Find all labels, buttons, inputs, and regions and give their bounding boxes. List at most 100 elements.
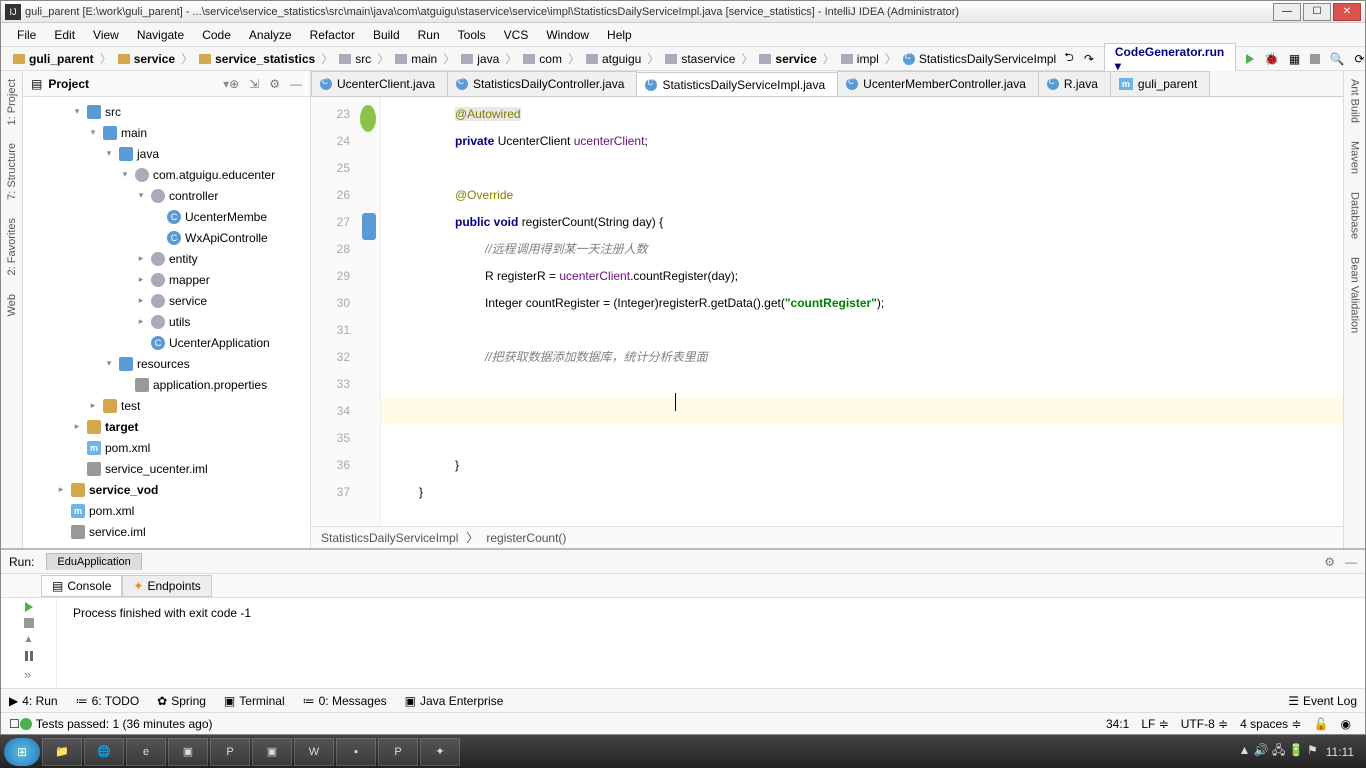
tool-tab-favorites[interactable]: 2: Favorites bbox=[4, 214, 20, 279]
breadcrumb-item[interactable]: com bbox=[519, 52, 566, 66]
task-ie[interactable]: e bbox=[126, 738, 166, 766]
hide-icon[interactable]: — bbox=[290, 77, 302, 91]
tree-item[interactable]: ▾java bbox=[23, 143, 310, 164]
code-line[interactable]: @Autowired bbox=[381, 101, 1343, 128]
menu-build[interactable]: Build bbox=[365, 26, 408, 44]
menu-window[interactable]: Window bbox=[538, 26, 597, 44]
menu-view[interactable]: View bbox=[85, 26, 127, 44]
code-line[interactable] bbox=[381, 398, 1343, 425]
clock[interactable]: 11:11 bbox=[1326, 745, 1354, 759]
run-config-tab[interactable]: EduApplication bbox=[46, 553, 141, 570]
task-app1[interactable]: ▣ bbox=[168, 738, 208, 766]
tray-icons[interactable]: ▲ 🔊 🖧 🔋 ⚑ bbox=[1239, 741, 1318, 762]
run-icon[interactable] bbox=[1246, 54, 1254, 64]
breadcrumb-item[interactable]: StatisticsDailyServiceImpl bbox=[899, 52, 1060, 66]
breadcrumb-item[interactable]: service_statistics bbox=[195, 52, 319, 66]
status-lock-icon[interactable]: ☐ bbox=[9, 717, 20, 731]
tree-item[interactable]: ▸service_vod bbox=[23, 479, 310, 500]
menu-refactor[interactable]: Refactor bbox=[302, 26, 363, 44]
editor-tab[interactable]: R.java bbox=[1038, 71, 1111, 96]
line-separator[interactable]: LF ≑ bbox=[1135, 717, 1174, 731]
maximize-button[interactable]: ☐ bbox=[1303, 3, 1331, 21]
rerun-icon[interactable] bbox=[25, 602, 33, 612]
editor-tab[interactable]: StatisticsDailyController.java bbox=[447, 71, 637, 96]
breadcrumb-item[interactable]: staservice bbox=[661, 52, 739, 66]
inspection-icon[interactable]: ◉ bbox=[1335, 717, 1357, 731]
tool-spring[interactable]: ✿ Spring bbox=[157, 694, 206, 708]
event-log[interactable]: ☰ Event Log bbox=[1288, 694, 1357, 708]
more-icon[interactable]: » bbox=[24, 667, 33, 682]
code-line[interactable]: Integer countRegister = (Integer)registe… bbox=[381, 290, 1343, 317]
code-line[interactable]: R registerR = ucenterClient.countRegiste… bbox=[381, 263, 1343, 290]
tool-tab-bean[interactable]: Bean Validation bbox=[1347, 253, 1363, 337]
stop-run-icon[interactable] bbox=[24, 618, 34, 628]
task-cmd[interactable]: ▪ bbox=[336, 738, 376, 766]
tool-terminal[interactable]: ▣ Terminal bbox=[224, 694, 285, 708]
minimize-button[interactable]: — bbox=[1273, 3, 1301, 21]
menu-navigate[interactable]: Navigate bbox=[129, 26, 192, 44]
tree-item[interactable]: CWxApiControlle bbox=[23, 227, 310, 248]
breadcrumb-item[interactable]: atguigu bbox=[582, 52, 645, 66]
tool-tab-database[interactable]: Database bbox=[1347, 188, 1363, 243]
close-button[interactable]: ✕ bbox=[1333, 3, 1361, 21]
breadcrumb-item[interactable]: guli_parent bbox=[9, 52, 98, 66]
pause-icon[interactable] bbox=[25, 651, 33, 661]
breadcrumb-item[interactable]: impl bbox=[837, 52, 883, 66]
task-app2[interactable]: P bbox=[210, 738, 250, 766]
code-line[interactable]: //把获取数据添加数据库，统计分析表里面 bbox=[381, 344, 1343, 371]
breadcrumb-item[interactable]: main bbox=[391, 52, 441, 66]
tree-item[interactable]: ▾com.atguigu.educenter bbox=[23, 164, 310, 185]
settings-icon[interactable]: ⚙ bbox=[269, 77, 280, 91]
editor-tab[interactable]: mguli_parent bbox=[1110, 71, 1210, 96]
tree-item[interactable]: application.properties bbox=[23, 374, 310, 395]
indent-setting[interactable]: 4 spaces ≑ bbox=[1234, 717, 1307, 731]
console-output[interactable]: Process finished with exit code -1 bbox=[57, 598, 1365, 688]
tree-item[interactable]: ▸utils bbox=[23, 311, 310, 332]
update-icon[interactable]: ⟳ bbox=[1354, 52, 1364, 66]
tree-item[interactable]: mpom.xml bbox=[23, 437, 310, 458]
search-icon[interactable]: 🔍 bbox=[1330, 52, 1345, 66]
tree-item[interactable]: ▸entity bbox=[23, 248, 310, 269]
menu-code[interactable]: Code bbox=[194, 26, 239, 44]
minimize-panel-icon[interactable]: — bbox=[1345, 555, 1357, 569]
code-line[interactable]: public void registerCount(String day) { bbox=[381, 209, 1343, 236]
menu-edit[interactable]: Edit bbox=[46, 26, 83, 44]
forward-icon[interactable]: ↷ bbox=[1084, 52, 1094, 66]
tool-tab-ant[interactable]: Ant Build bbox=[1347, 75, 1363, 127]
tree-item[interactable]: ▸test bbox=[23, 395, 310, 416]
tree-item[interactable]: ▾controller bbox=[23, 185, 310, 206]
tree-item[interactable]: service.iml bbox=[23, 521, 310, 542]
code-line[interactable]: } bbox=[381, 452, 1343, 479]
tool-tab-maven[interactable]: Maven bbox=[1347, 137, 1363, 178]
crumb-class[interactable]: StatisticsDailyServiceImpl bbox=[321, 531, 458, 545]
tool-tab-project[interactable]: 1: Project bbox=[4, 75, 20, 129]
tree-item[interactable]: service_ucenter.iml bbox=[23, 458, 310, 479]
stop-icon[interactable] bbox=[1310, 54, 1319, 64]
breadcrumb-item[interactable]: java bbox=[457, 52, 503, 66]
menu-file[interactable]: File bbox=[9, 26, 44, 44]
menu-tools[interactable]: Tools bbox=[450, 26, 494, 44]
code-line[interactable]: @Override bbox=[381, 182, 1343, 209]
code-line[interactable] bbox=[381, 317, 1343, 344]
back-icon[interactable]: ⮌ bbox=[1064, 48, 1074, 69]
code-line[interactable] bbox=[381, 371, 1343, 398]
collapse-icon[interactable]: ⇲ bbox=[249, 77, 259, 91]
code-line[interactable]: //远程调用得到某一天注册人数 bbox=[381, 236, 1343, 263]
editor-tab[interactable]: UcenterClient.java bbox=[311, 71, 448, 96]
breadcrumb-item[interactable]: service bbox=[114, 52, 179, 66]
endpoints-tab[interactable]: ✦Endpoints bbox=[122, 575, 211, 597]
gutter-override-icon[interactable] bbox=[362, 213, 376, 240]
editor-tab[interactable]: StatisticsDailyServiceImpl.java bbox=[636, 72, 838, 97]
breadcrumb-item[interactable]: src bbox=[335, 52, 375, 66]
tree-item[interactable]: CUcenterMembe bbox=[23, 206, 310, 227]
readonly-icon[interactable]: 🔓 bbox=[1308, 717, 1335, 731]
caret-position[interactable]: 34:1 bbox=[1100, 717, 1135, 731]
console-tab[interactable]: ▤Console bbox=[41, 575, 122, 597]
tree-item[interactable]: ▾main bbox=[23, 122, 310, 143]
file-encoding[interactable]: UTF-8 ≑ bbox=[1175, 717, 1234, 731]
select-opened-icon[interactable]: ⊕ bbox=[229, 77, 239, 91]
task-app4[interactable]: P bbox=[378, 738, 418, 766]
tree-item[interactable]: ▸mapper bbox=[23, 269, 310, 290]
menu-analyze[interactable]: Analyze bbox=[241, 26, 300, 44]
tree-item[interactable]: ▾resources bbox=[23, 353, 310, 374]
